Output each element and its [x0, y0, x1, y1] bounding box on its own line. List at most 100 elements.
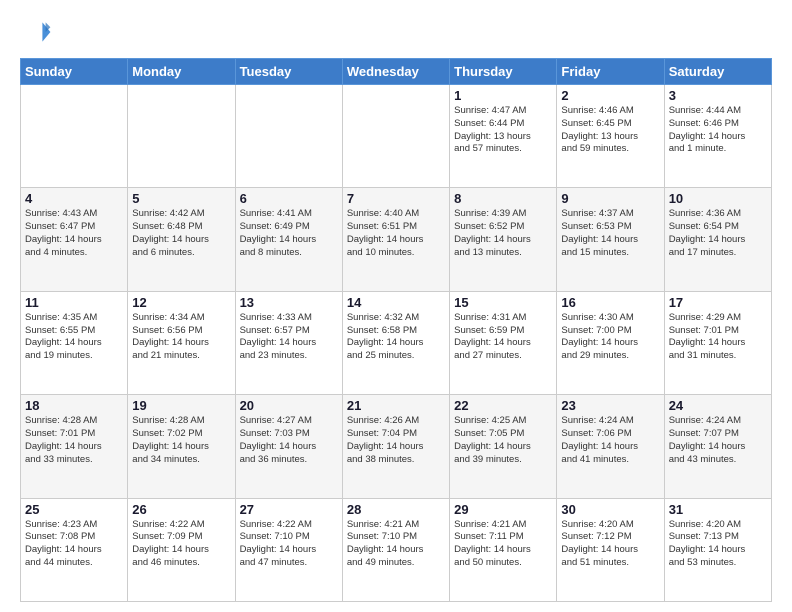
calendar-week-1: 1Sunrise: 4:47 AM Sunset: 6:44 PM Daylig…: [21, 85, 772, 188]
day-info: Sunrise: 4:41 AM Sunset: 6:49 PM Dayligh…: [240, 208, 338, 259]
calendar-cell: 27 Sunrise: 4:22 AM Sunset: 7:10 PM Dayli…: [235, 498, 342, 601]
day-info: Sunrise: 4:25 AM Sunset: 7:05 PM Dayligh…: [454, 415, 552, 466]
day-number: 16: [561, 295, 659, 310]
calendar-cell: 4Sunrise: 4:43 AM Sunset: 6:47 PM Daylig…: [21, 188, 128, 291]
calendar-week-3: 11 Sunrise: 4:35 AM Sunset: 6:55 PM Dayli…: [21, 291, 772, 394]
calendar-cell: 25Sunrise: 4:23 AM Sunset: 7:08 PM Dayli…: [21, 498, 128, 601]
day-number: 18: [25, 398, 123, 413]
day-info: Sunrise: 4:22 AM Sunset: 7:09 PM Dayligh…: [132, 519, 230, 570]
calendar-cell: 6Sunrise: 4:41 AM Sunset: 6:49 PM Daylig…: [235, 188, 342, 291]
calendar-cell: 7Sunrise: 4:40 AM Sunset: 6:51 PM Daylig…: [342, 188, 449, 291]
calendar-cell: 17 Sunrise: 4:29 AM Sunset: 7:01 PM Dayli…: [664, 291, 771, 394]
day-info: Sunrise: 4:28 AM Sunset: 7:01 PM Dayligh…: [25, 415, 123, 466]
day-number: 11: [25, 295, 123, 310]
calendar-cell: 12Sunrise: 4:34 AM Sunset: 6:56 PM Dayli…: [128, 291, 235, 394]
day-number: 8: [454, 191, 552, 206]
day-info: Sunrise: 4:30 AM Sunset: 7:00 PM Dayligh…: [561, 312, 659, 363]
day-number: 2: [561, 88, 659, 103]
calendar-cell: 26 Sunrise: 4:22 AM Sunset: 7:09 PM Dayli…: [128, 498, 235, 601]
calendar-week-2: 4Sunrise: 4:43 AM Sunset: 6:47 PM Daylig…: [21, 188, 772, 291]
day-info: Sunrise: 4:20 AM Sunset: 7:13 PM Dayligh…: [669, 519, 767, 570]
calendar-cell: 18 Sunrise: 4:28 AM Sunset: 7:01 PM Dayli…: [21, 395, 128, 498]
calendar-cell: 8 Sunrise: 4:39 AM Sunset: 6:52 PM Daylig…: [450, 188, 557, 291]
calendar-cell: 16 Sunrise: 4:30 AM Sunset: 7:00 PM Dayli…: [557, 291, 664, 394]
day-info: Sunrise: 4:47 AM Sunset: 6:44 PM Dayligh…: [454, 105, 552, 156]
day-number: 24: [669, 398, 767, 413]
day-number: 20: [240, 398, 338, 413]
calendar-cell: 13 Sunrise: 4:33 AM Sunset: 6:57 PM Dayli…: [235, 291, 342, 394]
day-number: 10: [669, 191, 767, 206]
day-number: 5: [132, 191, 230, 206]
calendar-cell: 23 Sunrise: 4:24 AM Sunset: 7:06 PM Dayli…: [557, 395, 664, 498]
day-number: 23: [561, 398, 659, 413]
calendar-cell: [128, 85, 235, 188]
calendar-cell: 2 Sunrise: 4:46 AM Sunset: 6:45 PM Daylig…: [557, 85, 664, 188]
day-info: Sunrise: 4:29 AM Sunset: 7:01 PM Dayligh…: [669, 312, 767, 363]
header: [20, 16, 772, 48]
day-info: Sunrise: 4:46 AM Sunset: 6:45 PM Dayligh…: [561, 105, 659, 156]
col-header-thursday: Thursday: [450, 59, 557, 85]
calendar-cell: [342, 85, 449, 188]
day-info: Sunrise: 4:32 AM Sunset: 6:58 PM Dayligh…: [347, 312, 445, 363]
calendar-header-row: SundayMondayTuesdayWednesdayThursdayFrid…: [21, 59, 772, 85]
day-number: 30: [561, 502, 659, 517]
day-number: 31: [669, 502, 767, 517]
day-info: Sunrise: 4:35 AM Sunset: 6:55 PM Dayligh…: [25, 312, 123, 363]
calendar-cell: 29Sunrise: 4:21 AM Sunset: 7:11 PM Dayli…: [450, 498, 557, 601]
day-number: 19: [132, 398, 230, 413]
day-number: 12: [132, 295, 230, 310]
logo-icon: [20, 16, 52, 48]
day-number: 17: [669, 295, 767, 310]
calendar-cell: 22 Sunrise: 4:25 AM Sunset: 7:05 PM Dayli…: [450, 395, 557, 498]
day-info: Sunrise: 4:20 AM Sunset: 7:12 PM Dayligh…: [561, 519, 659, 570]
day-info: Sunrise: 4:21 AM Sunset: 7:10 PM Dayligh…: [347, 519, 445, 570]
day-number: 22: [454, 398, 552, 413]
col-header-monday: Monday: [128, 59, 235, 85]
calendar-cell: 10Sunrise: 4:36 AM Sunset: 6:54 PM Dayli…: [664, 188, 771, 291]
day-number: 28: [347, 502, 445, 517]
calendar-cell: 9 Sunrise: 4:37 AM Sunset: 6:53 PM Daylig…: [557, 188, 664, 291]
calendar-cell: 14 Sunrise: 4:32 AM Sunset: 6:58 PM Dayli…: [342, 291, 449, 394]
calendar-cell: 5 Sunrise: 4:42 AM Sunset: 6:48 PM Daylig…: [128, 188, 235, 291]
calendar-cell: 15 Sunrise: 4:31 AM Sunset: 6:59 PM Dayli…: [450, 291, 557, 394]
col-header-wednesday: Wednesday: [342, 59, 449, 85]
day-info: Sunrise: 4:26 AM Sunset: 7:04 PM Dayligh…: [347, 415, 445, 466]
calendar-cell: 19 Sunrise: 4:28 AM Sunset: 7:02 PM Dayli…: [128, 395, 235, 498]
day-info: Sunrise: 4:39 AM Sunset: 6:52 PM Dayligh…: [454, 208, 552, 259]
day-number: 3: [669, 88, 767, 103]
day-number: 21: [347, 398, 445, 413]
page: SundayMondayTuesdayWednesdayThursdayFrid…: [0, 0, 792, 612]
logo: [20, 16, 56, 48]
day-info: Sunrise: 4:33 AM Sunset: 6:57 PM Dayligh…: [240, 312, 338, 363]
day-number: 26: [132, 502, 230, 517]
day-number: 27: [240, 502, 338, 517]
calendar-week-4: 18 Sunrise: 4:28 AM Sunset: 7:01 PM Dayli…: [21, 395, 772, 498]
calendar-cell: [21, 85, 128, 188]
calendar-cell: 31 Sunrise: 4:20 AM Sunset: 7:13 PM Dayli…: [664, 498, 771, 601]
day-info: Sunrise: 4:21 AM Sunset: 7:11 PM Dayligh…: [454, 519, 552, 570]
day-number: 15: [454, 295, 552, 310]
calendar-cell: 1Sunrise: 4:47 AM Sunset: 6:44 PM Daylig…: [450, 85, 557, 188]
day-info: Sunrise: 4:24 AM Sunset: 7:06 PM Dayligh…: [561, 415, 659, 466]
day-number: 9: [561, 191, 659, 206]
calendar-cell: 3Sunrise: 4:44 AM Sunset: 6:46 PM Daylig…: [664, 85, 771, 188]
col-header-saturday: Saturday: [664, 59, 771, 85]
calendar-cell: 24Sunrise: 4:24 AM Sunset: 7:07 PM Dayli…: [664, 395, 771, 498]
day-info: Sunrise: 4:28 AM Sunset: 7:02 PM Dayligh…: [132, 415, 230, 466]
day-number: 14: [347, 295, 445, 310]
col-header-friday: Friday: [557, 59, 664, 85]
day-info: Sunrise: 4:27 AM Sunset: 7:03 PM Dayligh…: [240, 415, 338, 466]
calendar-week-5: 25Sunrise: 4:23 AM Sunset: 7:08 PM Dayli…: [21, 498, 772, 601]
day-number: 25: [25, 502, 123, 517]
day-number: 7: [347, 191, 445, 206]
day-info: Sunrise: 4:42 AM Sunset: 6:48 PM Dayligh…: [132, 208, 230, 259]
calendar-cell: 20 Sunrise: 4:27 AM Sunset: 7:03 PM Dayli…: [235, 395, 342, 498]
day-number: 4: [25, 191, 123, 206]
calendar-table: SundayMondayTuesdayWednesdayThursdayFrid…: [20, 58, 772, 602]
day-info: Sunrise: 4:31 AM Sunset: 6:59 PM Dayligh…: [454, 312, 552, 363]
calendar-cell: 21 Sunrise: 4:26 AM Sunset: 7:04 PM Dayli…: [342, 395, 449, 498]
day-info: Sunrise: 4:22 AM Sunset: 7:10 PM Dayligh…: [240, 519, 338, 570]
col-header-sunday: Sunday: [21, 59, 128, 85]
day-info: Sunrise: 4:37 AM Sunset: 6:53 PM Dayligh…: [561, 208, 659, 259]
day-number: 13: [240, 295, 338, 310]
